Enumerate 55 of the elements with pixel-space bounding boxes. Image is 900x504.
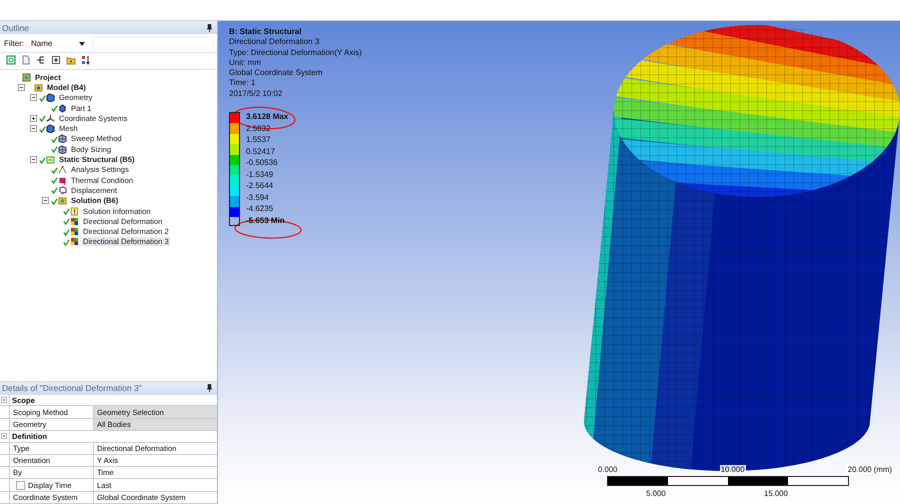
collapse-icon[interactable]	[30, 125, 37, 132]
result-info-line: Unit: mm	[229, 58, 262, 68]
mesh-icon	[58, 144, 67, 154]
settings-icon	[58, 165, 67, 174]
legend-label: -0.50536	[246, 157, 279, 169]
thermal-icon	[58, 176, 67, 185]
caret-icon[interactable]	[79, 42, 85, 46]
solution-icon	[58, 196, 67, 206]
result-icon	[70, 227, 79, 236]
mesh-icon	[58, 134, 67, 144]
pin-icon[interactable]	[206, 384, 213, 392]
panel-title: Outline	[2, 22, 29, 32]
info-icon	[70, 206, 79, 216]
refresh-icon[interactable]	[6, 55, 16, 65]
panel-title: Details of "Directional Deformation 3"	[2, 383, 142, 394]
legend-label: -2.5644	[246, 180, 274, 192]
legend-label: -4.6235	[246, 203, 274, 215]
result-info-line: Directional Deformation 3	[229, 37, 320, 48]
legend-label: 3.6128 Max	[246, 111, 288, 123]
geometry-icon	[46, 124, 55, 134]
model-icon	[34, 82, 43, 92]
project-icon	[22, 72, 31, 82]
result-info-line: Global Coordinate System	[229, 68, 324, 78]
collapse-icon[interactable]	[42, 197, 49, 204]
result-info-line: Type: Directional Deformation(Y Axis)	[229, 48, 363, 58]
collapse-icon[interactable]	[18, 84, 25, 91]
part-icon	[58, 104, 67, 113]
legend-label: -3.594	[246, 192, 270, 204]
document-icon[interactable]	[21, 55, 31, 65]
highlight-ellipse	[232, 106, 296, 130]
collapse-icon[interactable]	[1, 433, 7, 440]
collapse-icon[interactable]	[30, 94, 37, 102]
result-icon	[70, 237, 79, 246]
legend-label: -1.5349	[246, 168, 274, 180]
collapse-icon[interactable]	[1, 397, 7, 404]
result-title: B: Static Structural	[229, 27, 302, 38]
filter-dropdown[interactable]: Name	[28, 38, 88, 49]
pin-icon[interactable]	[206, 24, 213, 32]
legend-label: 0.52417	[246, 146, 276, 158]
result-info-line: 2017/5/2 10:02	[229, 88, 284, 100]
analysis-icon	[46, 155, 55, 164]
sort-icon[interactable]	[81, 55, 91, 65]
geometry-icon	[46, 93, 55, 102]
filter-label: Filter:	[4, 39, 24, 48]
result-icon	[70, 216, 79, 226]
collapse-icon[interactable]	[30, 156, 37, 164]
folder-icon[interactable]	[66, 55, 76, 65]
axes-icon	[46, 114, 55, 123]
expand-icon[interactable]	[51, 55, 61, 65]
expand-icon[interactable]	[30, 114, 37, 122]
result-info-line: Time: 1	[229, 78, 256, 89]
legend-label: 1.5537	[246, 134, 272, 146]
support-icon	[58, 186, 67, 195]
tree-icon[interactable]	[36, 55, 46, 65]
checkbox[interactable]	[16, 480, 25, 490]
